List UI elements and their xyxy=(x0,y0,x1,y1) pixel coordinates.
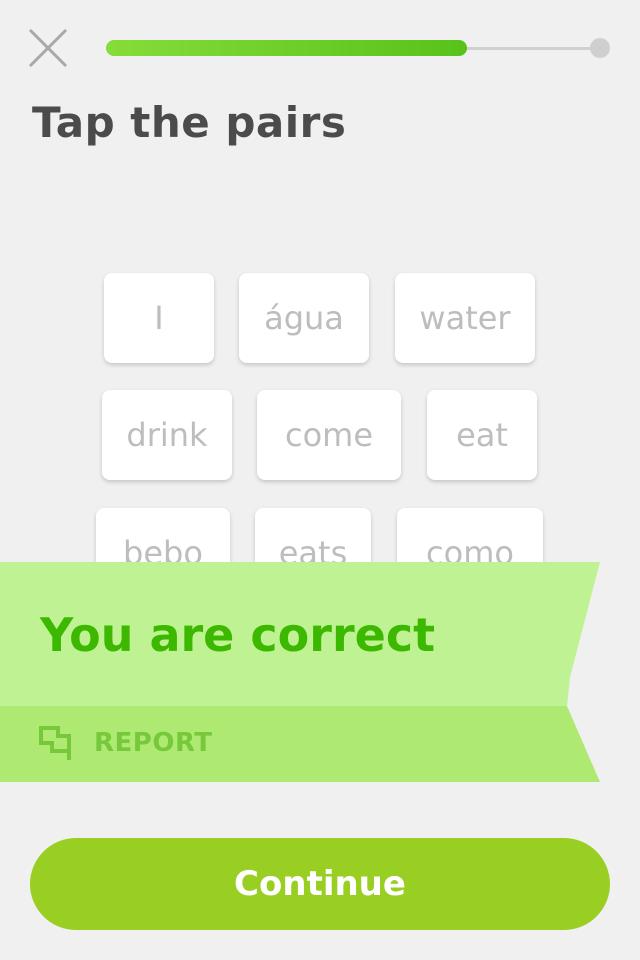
word-tile[interactable]: drink xyxy=(102,390,232,480)
feedback-banner: You are correct REPORT xyxy=(0,562,600,782)
report-label: REPORT xyxy=(94,728,213,758)
word-tile[interactable]: eat xyxy=(427,390,537,480)
continue-button[interactable]: Continue xyxy=(30,838,610,930)
progress-end-marker xyxy=(590,38,610,58)
word-tile[interactable]: water xyxy=(395,273,535,363)
close-icon xyxy=(28,28,68,68)
word-tile[interactable]: água xyxy=(239,273,369,363)
feedback-message: You are correct xyxy=(40,608,436,662)
word-tile[interactable]: come xyxy=(257,390,401,480)
report-button[interactable]: REPORT xyxy=(38,725,213,761)
progress-bar-fill xyxy=(106,40,467,56)
close-button[interactable] xyxy=(26,26,70,70)
flag-icon xyxy=(39,726,71,760)
word-tile[interactable]: I xyxy=(104,273,214,363)
page-title: Tap the pairs xyxy=(32,98,347,147)
